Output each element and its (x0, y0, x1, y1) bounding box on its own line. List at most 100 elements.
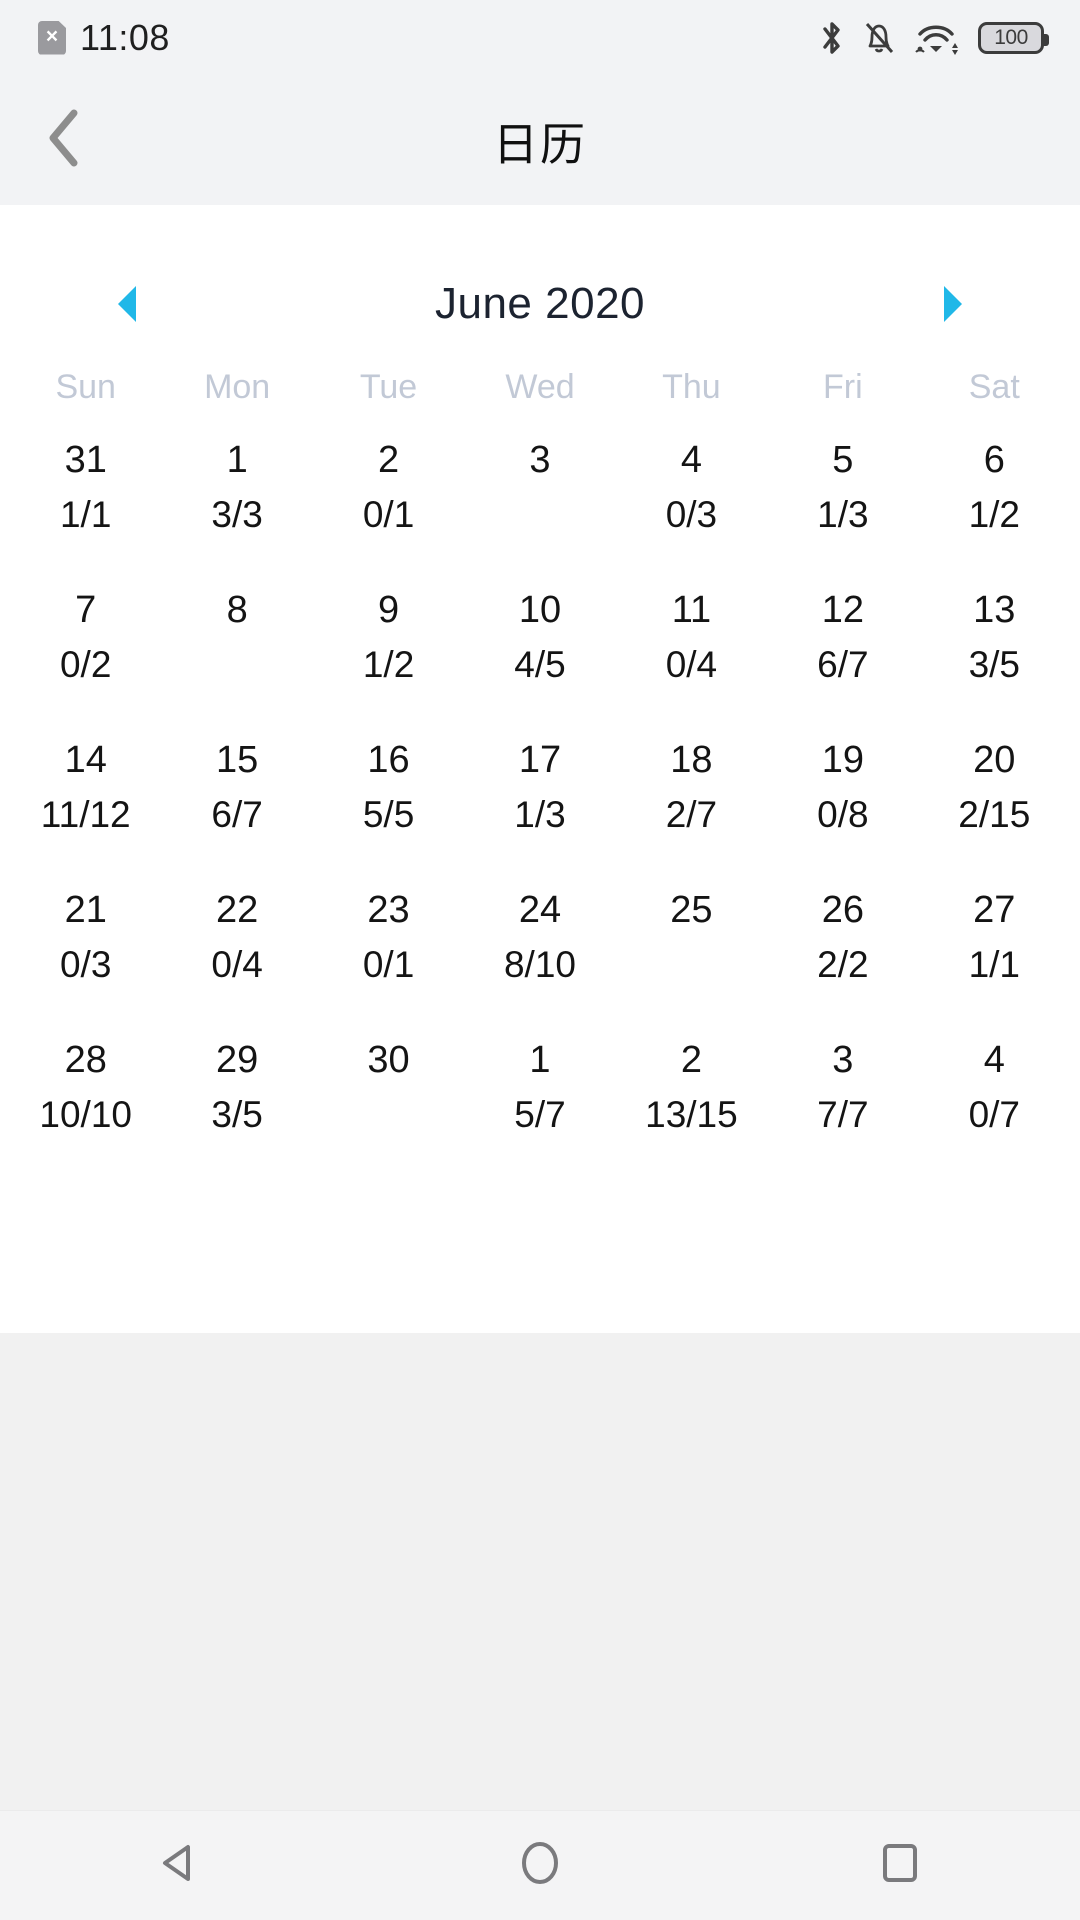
day-number: 22 (215, 889, 259, 931)
day-cell[interactable]: 22 0/4 (161, 881, 312, 1031)
day-count: 6/7 (817, 643, 869, 685)
day-number: 11 (671, 589, 712, 631)
day-cell[interactable]: 13 3/5 (919, 581, 1070, 731)
calendar-card: June 2020 Sun Mon Tue Wed Thu Fri Sat 31… (0, 205, 1080, 1333)
next-month-button[interactable] (918, 269, 988, 339)
day-cell[interactable]: 25 (616, 881, 767, 1031)
day-cell[interactable]: 8 (161, 581, 312, 731)
day-count: 1/2 (968, 493, 1020, 535)
day-cell[interactable]: 24 8/10 (464, 881, 615, 1031)
triangle-left-icon (118, 286, 136, 322)
day-number: 2 (377, 439, 400, 481)
day-cell[interactable]: 21 0/3 (10, 881, 161, 1031)
day-count: 11/12 (40, 793, 131, 835)
day-number: 3 (529, 439, 551, 481)
day-cell[interactable]: 4 0/3 (616, 431, 767, 581)
day-number: 21 (64, 889, 107, 931)
day-number: 15 (215, 739, 259, 781)
sim-x-glyph: × (45, 25, 59, 48)
day-cell[interactable]: 31 1/1 (10, 431, 161, 581)
day-cell[interactable]: 23 0/1 (313, 881, 464, 1031)
previous-month-button[interactable] (92, 269, 162, 339)
day-count: 0/4 (665, 643, 718, 685)
nav-recents-button[interactable] (825, 1811, 975, 1920)
day-number: 18 (670, 739, 713, 781)
weekday-sun: Sun (55, 368, 116, 406)
day-cell[interactable]: 12 6/7 (767, 581, 918, 731)
day-cell[interactable]: 7 0/2 (10, 581, 161, 731)
day-cell[interactable]: 15 6/7 (161, 731, 312, 881)
day-number: 14 (64, 739, 107, 781)
day-count: 0/1 (362, 493, 415, 535)
day-cell[interactable]: 30 (313, 1031, 464, 1181)
day-number: 1 (529, 1039, 551, 1081)
day-cell[interactable]: 3 7/7 (767, 1031, 918, 1181)
day-count: 10/10 (39, 1093, 132, 1135)
day-count: 1/1 (968, 943, 1020, 985)
day-cell[interactable]: 9 1/2 (313, 581, 464, 731)
day-number: 4 (983, 1039, 1005, 1081)
day-cell[interactable]: 2 0/1 (313, 431, 464, 581)
triangle-right-icon (944, 286, 962, 322)
week-row: 21 0/3 22 0/4 23 0/1 24 8/10 25 26 2/2 2… (10, 881, 1070, 1031)
day-cell[interactable]: 4 0/7 (919, 1031, 1070, 1181)
day-cell[interactable]: 14 11/12 (10, 731, 161, 881)
day-count: 1/3 (514, 793, 566, 835)
day-cell[interactable]: 17 1/3 (464, 731, 615, 881)
weekday-thu: Thu (662, 368, 721, 406)
content-empty-area (0, 1333, 1080, 1810)
weekday-sat: Sat (968, 368, 1020, 406)
notifications-off-icon (862, 19, 896, 57)
day-cell[interactable]: 29 3/5 (161, 1031, 312, 1181)
nav-back-button[interactable] (105, 1811, 255, 1920)
day-count: 1/3 (817, 493, 869, 535)
day-count: 1/1 (59, 493, 112, 535)
day-count: 7/7 (817, 1093, 869, 1135)
day-cell[interactable]: 20 2/15 (919, 731, 1070, 881)
day-number: 5 (832, 439, 854, 481)
day-count: 1/2 (362, 643, 415, 685)
day-count: 3/5 (211, 1093, 263, 1135)
day-number: 31 (64, 439, 107, 481)
day-cell[interactable]: 1 3/3 (161, 431, 312, 581)
day-count: 0/3 (665, 493, 718, 535)
day-count: 0/2 (59, 643, 112, 685)
battery-icon: 100 (978, 21, 1049, 54)
weekday-header-row: Sun Mon Tue Wed Thu Fri Sat (0, 368, 1080, 407)
square-recents-icon (874, 1837, 926, 1894)
day-number: 8 (226, 589, 248, 631)
day-number: 1 (226, 439, 248, 481)
day-count: 0/7 (968, 1093, 1020, 1135)
weekday-fri: Fri (823, 368, 863, 406)
day-number: 3 (832, 1039, 854, 1081)
day-number: 6 (983, 439, 1005, 481)
weekday-mon: Mon (204, 368, 271, 406)
day-number: 16 (367, 739, 410, 781)
back-button[interactable] (20, 95, 110, 185)
day-cell[interactable]: 1 5/7 (464, 1031, 615, 1181)
day-cell[interactable]: 11 0/4 (616, 581, 767, 731)
day-cell[interactable]: 16 5/5 (313, 731, 464, 881)
day-cell[interactable]: 5 1/3 (767, 431, 918, 581)
day-cell[interactable]: 3 (464, 431, 615, 581)
day-cell[interactable]: 18 2/7 (616, 731, 767, 881)
day-cell[interactable]: 2 13/15 (616, 1031, 767, 1181)
nav-home-button[interactable] (465, 1811, 615, 1920)
day-count: 0/3 (59, 943, 112, 985)
week-row: 31 1/1 1 3/3 2 0/1 3 4 0/3 5 1/3 6 1/2 (10, 431, 1070, 581)
day-count: 8/10 (503, 943, 576, 985)
day-cell[interactable]: 26 2/2 (767, 881, 918, 1031)
status-bar-right: 100 (819, 19, 1049, 57)
day-number: 29 (215, 1039, 259, 1081)
day-number: 9 (377, 589, 400, 631)
day-number: 30 (367, 1039, 410, 1081)
weekday-tue: Tue (359, 368, 418, 406)
day-cell[interactable]: 10 4/5 (464, 581, 615, 731)
wifi-icon (913, 19, 961, 57)
week-row: 28 10/10 29 3/5 30 1 5/7 2 13/15 3 7/7 4… (10, 1031, 1070, 1181)
day-cell[interactable]: 28 10/10 (10, 1031, 161, 1181)
day-cell[interactable]: 27 1/1 (919, 881, 1070, 1031)
day-cell[interactable]: 19 0/8 (767, 731, 918, 881)
day-cell[interactable]: 6 1/2 (919, 431, 1070, 581)
day-count: 0/1 (362, 943, 415, 985)
